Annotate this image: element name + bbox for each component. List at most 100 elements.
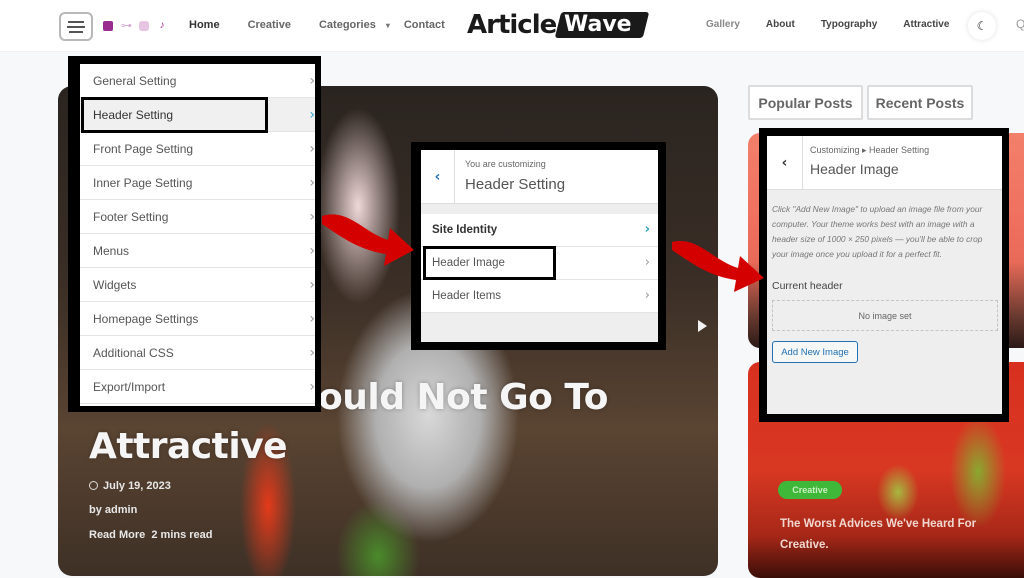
hamburger-menu-button[interactable] <box>59 12 93 41</box>
chevron-right-icon: › <box>309 175 315 191</box>
item-label: Header Items <box>432 290 502 302</box>
customizer-item-widgets[interactable]: Widgets › <box>80 268 315 302</box>
post-read-info: Read More 2 mins read <box>89 529 213 541</box>
post-date: July 19, 2023 <box>89 480 171 492</box>
back-button[interactable]: ‹ <box>767 136 803 190</box>
read-time: 2 mins read <box>151 529 213 541</box>
item-label: Homepage Settings <box>93 311 199 326</box>
chevron-right-icon: › <box>309 311 315 327</box>
item-label: Header Setting <box>93 107 174 122</box>
chevron-right-icon: › <box>309 277 315 293</box>
category-badge[interactable]: Creative <box>778 481 842 499</box>
customizer-item-footer-setting[interactable]: Footer Setting › <box>80 200 315 234</box>
logo-badge-wave: Wave <box>555 12 650 38</box>
item-label: Front Page Setting <box>93 141 194 156</box>
chevron-right-icon: › <box>309 209 315 225</box>
search-icon[interactable]: Q <box>1016 17 1024 31</box>
nav-link-home[interactable]: Home <box>189 19 220 31</box>
chevron-right-icon: › <box>309 243 315 259</box>
dark-mode-toggle[interactable]: ☾ <box>968 12 996 40</box>
social-links: ⊶ ♪ <box>103 19 167 33</box>
nav-link-contact[interactable]: Contact <box>404 19 445 31</box>
tiktok-icon[interactable]: ♪ <box>157 21 167 31</box>
customizer-item-additional-css[interactable]: Additional CSS › <box>80 336 315 370</box>
nav-link-about[interactable]: About <box>766 19 795 30</box>
hamburger-line <box>68 20 84 23</box>
top-navigation: ⊶ ♪ Home Creative Categories ▾ Contact A… <box>0 0 1024 52</box>
hamburger-line <box>67 25 85 28</box>
item-label: Additional CSS <box>93 345 174 360</box>
customizer-item-homepage-settings[interactable]: Homepage Settings › <box>80 302 315 336</box>
back-button[interactable]: ‹ <box>421 150 455 204</box>
logo-text-wave: Wave <box>564 12 632 37</box>
nav-link-creative[interactable]: Creative <box>248 19 291 31</box>
nav-link-categories[interactable]: Categories <box>319 19 376 31</box>
facebook-icon[interactable] <box>103 21 113 31</box>
header-setting-panel: ‹ You are customizing Header Setting Sit… <box>411 142 666 350</box>
chevron-right-icon: › <box>644 288 650 303</box>
hero-title-line2[interactable]: Attractive <box>89 426 288 467</box>
customizer-menu-list: General Setting › Header Setting › Front P… <box>80 64 315 406</box>
tab-recent-posts[interactable]: Recent Posts <box>867 85 973 120</box>
chevron-right-icon: › <box>309 141 315 157</box>
customizer-menu-panel: General Setting › Header Setting › Front P… <box>68 56 321 412</box>
chevron-right-icon: › <box>644 222 650 237</box>
nav-link-typography[interactable]: Typography <box>821 19 877 30</box>
nav-link-gallery[interactable]: Gallery <box>706 19 740 30</box>
item-label: Export/Import <box>93 379 166 394</box>
panel-title: Header Image <box>810 161 899 177</box>
customizer-item-header-setting[interactable]: Header Setting › <box>80 98 315 132</box>
read-more-link[interactable]: Read More <box>89 529 145 541</box>
header-image-placeholder: No image set <box>772 300 998 331</box>
chevron-right-icon: › <box>309 73 315 89</box>
item-label: Menus <box>93 243 130 258</box>
post-date-text: July 19, 2023 <box>103 480 171 492</box>
breadcrumb: Customizing ▸ Header Setting <box>810 145 930 155</box>
instagram-icon[interactable] <box>139 21 149 31</box>
tab-popular-posts[interactable]: Popular Posts <box>748 85 863 120</box>
item-label: Footer Setting <box>93 209 169 224</box>
customizer-item-menus[interactable]: Menus › <box>80 234 315 268</box>
chevron-down-icon[interactable]: ▾ <box>386 21 390 30</box>
header-image-description: Click "Add New Image" to upload an image… <box>772 204 983 259</box>
customizer-item-general-setting[interactable]: General Setting › <box>80 64 315 98</box>
section-site-identity[interactable]: Site Identity › <box>421 214 658 247</box>
chevron-right-icon: › <box>644 255 650 270</box>
customizer-item-front-page-setting[interactable]: Front Page Setting › <box>80 132 315 166</box>
hamburger-line <box>69 30 83 33</box>
section-header-items[interactable]: Header Items › <box>421 280 658 313</box>
next-slide-icon[interactable] <box>698 320 707 332</box>
header-setting-list: Site Identity › Header Image › Header Item… <box>421 214 658 313</box>
panel-title: Header Setting <box>465 176 566 193</box>
section-header-image[interactable]: Header Image › <box>421 247 658 280</box>
current-header-label: Current header <box>772 280 843 292</box>
hero-title-line1[interactable]: ould Not Go To <box>318 377 608 418</box>
chevron-right-icon: › <box>309 379 315 395</box>
add-new-image-button[interactable]: Add New Image <box>772 341 858 363</box>
primary-menu-left: Home Creative Categories ▾ Contact <box>189 19 473 31</box>
moon-icon: ☾ <box>976 19 988 33</box>
customizer-item-inner-page-setting[interactable]: Inner Page Setting › <box>80 166 315 200</box>
chevron-right-icon: › <box>309 107 315 123</box>
post-card-title[interactable]: The Worst Advices We've Heard For Creati… <box>780 514 1020 556</box>
item-label: Header Image <box>432 257 505 269</box>
nav-link-attractive[interactable]: Attractive <box>903 19 949 30</box>
header-image-panel: ‹ Customizing ▸ Header Setting Header Im… <box>759 128 1009 422</box>
panel-subtitle: You are customizing <box>465 159 546 169</box>
item-label: Inner Page Setting <box>93 175 193 190</box>
clock-icon <box>89 481 98 490</box>
item-label: Widgets <box>93 277 137 292</box>
panel-header: ‹ You are customizing Header Setting <box>421 150 658 204</box>
post-author[interactable]: by admin <box>89 504 137 516</box>
chevron-left-icon: ‹ <box>434 169 441 185</box>
chevron-left-icon: ‹ <box>781 155 788 171</box>
key-icon[interactable]: ⊶ <box>121 21 132 32</box>
primary-menu-right: Gallery About Typography Attractive <box>706 19 975 30</box>
panel-header: ‹ Customizing ▸ Header Setting Header Im… <box>767 136 1002 190</box>
logo-text-article: Article <box>467 10 557 40</box>
item-label: Site Identity <box>432 224 498 236</box>
site-logo[interactable]: Article Wave <box>467 9 650 41</box>
customizer-item-export-import[interactable]: Export/Import › <box>80 370 315 404</box>
item-label: General Setting <box>93 73 177 88</box>
chevron-right-icon: › <box>309 345 315 361</box>
